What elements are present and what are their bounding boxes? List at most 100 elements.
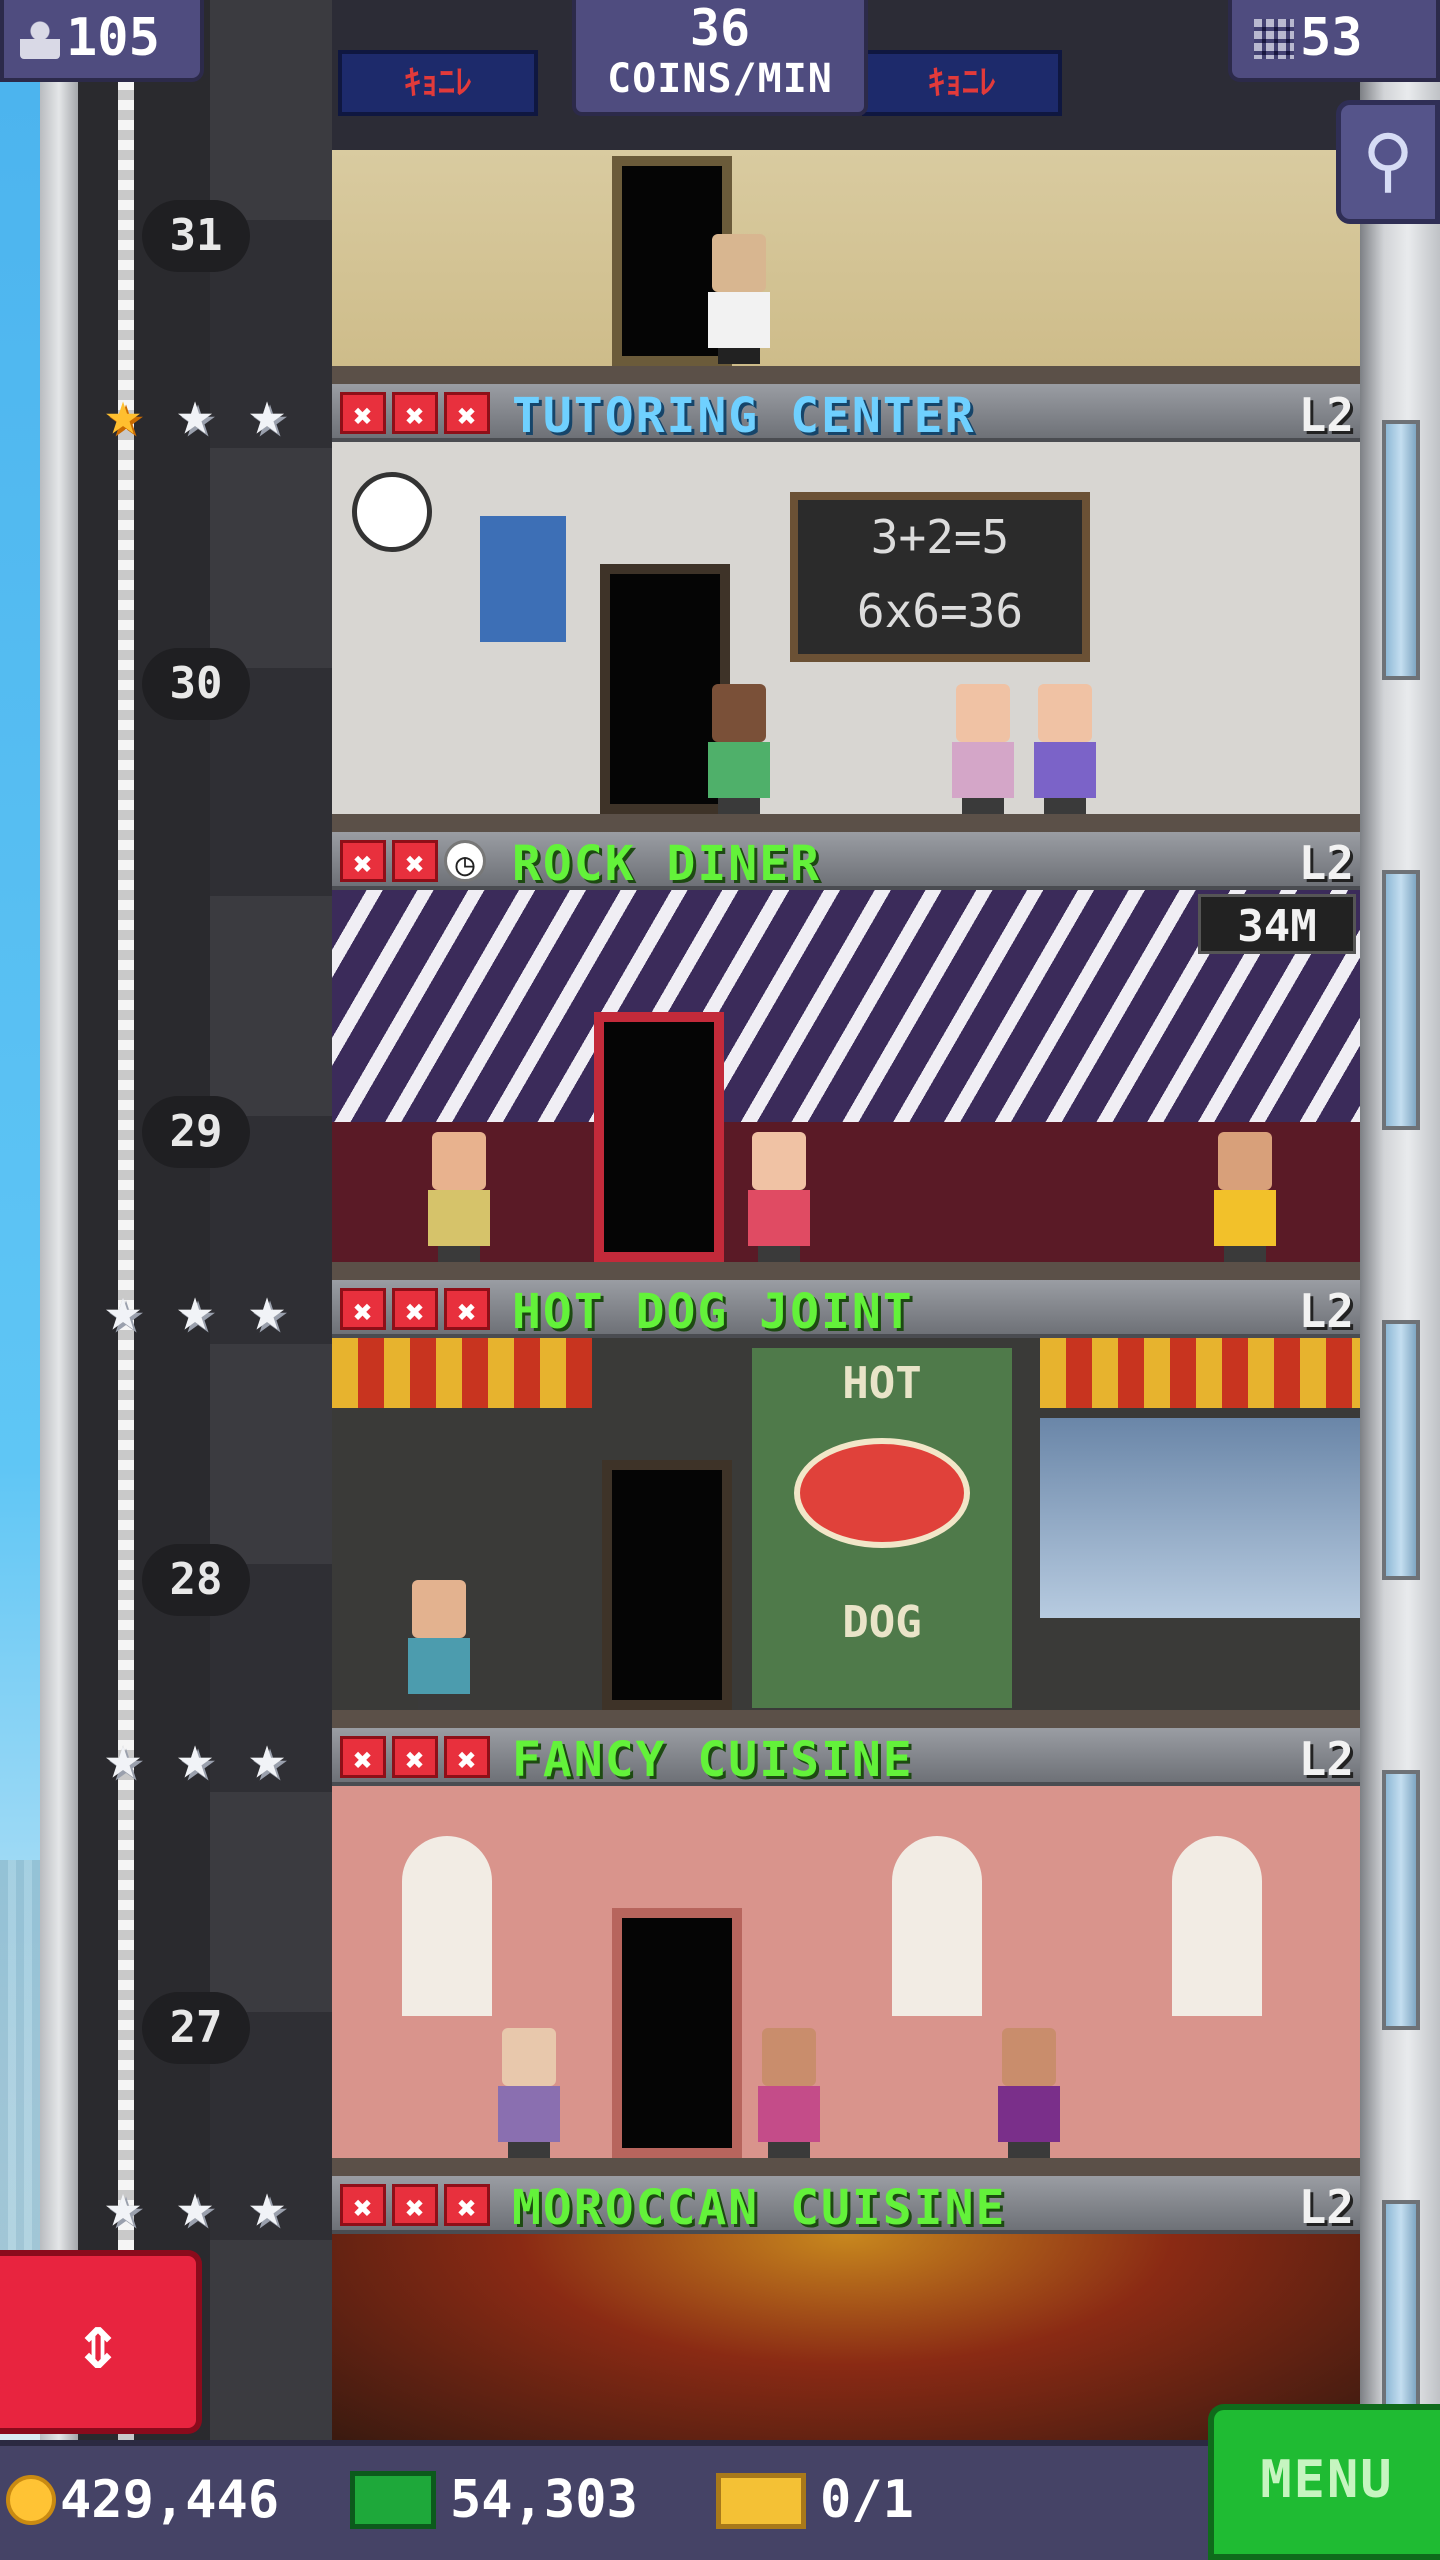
hotdog-plate-icon (794, 1438, 970, 1548)
bitizen[interactable] (492, 2028, 566, 2158)
up-down-arrows-icon: ⇕ (75, 2297, 121, 2386)
bitizen[interactable] (946, 684, 1020, 814)
silver-star-icon: ★ (176, 376, 214, 449)
bitizen[interactable] (422, 1132, 496, 1262)
silver-star-icon: ★ (248, 1272, 286, 1345)
floor-room: 3+2=5 6x6=36 (332, 442, 1360, 832)
stock-empty-icon: ✖ (392, 2184, 438, 2227)
floor-stars: ★ ★ ★ (92, 1272, 312, 1345)
floor-level: L2 (1298, 2180, 1354, 2234)
stock-empty-icon: ✖ (340, 1288, 386, 1331)
coins-display[interactable]: 429,446 (6, 2470, 279, 2530)
awning (332, 1338, 592, 1408)
stock-empty-icon: ✖ (340, 1736, 386, 1779)
building-window (1382, 870, 1420, 1130)
arched-window (402, 1836, 492, 2016)
floor-fancy-cuisine[interactable]: ✖ ✖ ✖ FANCY CUISINE L2 (332, 1728, 1360, 2176)
coin-icon (6, 2475, 56, 2525)
stock-empty-icon: ✖ (444, 1288, 490, 1331)
dojo-banner: ｷｮﾆﾚ (862, 50, 1062, 116)
gold-star-icon: ★ (104, 376, 142, 449)
floor-number-30: 30 (142, 648, 250, 720)
coins-per-min-display: 36 COINS/MIN (572, 0, 868, 116)
population-counter[interactable]: 105 (0, 0, 204, 82)
elevator-rail (118, 0, 134, 2440)
bitizen[interactable] (1028, 684, 1102, 814)
stock-empty-icon: ✖ (340, 2184, 386, 2227)
floor-rock-diner[interactable]: ✖ ✖ ◷ ROCK DINER L2 34M (332, 832, 1360, 1280)
floor-level: L2 (1298, 1732, 1354, 1786)
stock-empty-icon: ✖ (392, 392, 438, 435)
elevator-shaft[interactable] (78, 0, 410, 2440)
silver-star-icon: ★ (104, 1272, 142, 1345)
floor-base (332, 1710, 1360, 1728)
shop-window (1040, 1418, 1360, 1618)
dojo-banner: ｷｮﾆﾚ (338, 50, 538, 116)
city-skyline (0, 1860, 42, 2260)
stock-empty-icon: ✖ (340, 392, 386, 435)
bux-icon (350, 2471, 436, 2529)
bitizen[interactable] (1208, 1132, 1282, 1262)
floor-header: ✖ ✖ ✖ MOROCCAN CUISINE L2 (332, 2176, 1360, 2236)
floor-number-28: 28 (142, 1544, 250, 1616)
silver-star-icon: ★ (176, 1272, 214, 1345)
floor-stars: ★ ★ ★ (92, 2168, 312, 2241)
tickets-display[interactable]: 0/1 (716, 2470, 914, 2530)
bux-display[interactable]: 54,303 (350, 2470, 638, 2530)
floor-number-29: 29 (142, 1096, 250, 1168)
floor-name: FANCY CUISINE (512, 1732, 914, 1788)
bitizen[interactable] (742, 1132, 816, 1262)
floor-level: L2 (1298, 1284, 1354, 1338)
arched-window (892, 1836, 982, 2016)
silver-star-icon: ★ (104, 2168, 142, 2241)
menu-button[interactable]: MENU (1208, 2404, 1440, 2560)
silver-star-icon: ★ (248, 2168, 286, 2241)
bitizen[interactable] (992, 2028, 1066, 2158)
bitizen[interactable] (702, 684, 776, 814)
stock-empty-icon: ✖ (340, 840, 386, 883)
floor-stars: ★ ★ ★ (92, 376, 312, 449)
floor-door (602, 1460, 732, 1710)
stock-badges: ✖ ✖ ✖ (340, 392, 490, 435)
arched-window (1172, 1836, 1262, 2016)
floor-room: HOT DOG (332, 1338, 1360, 1728)
floor-room: 34M (332, 890, 1360, 1280)
stock-empty-icon: ✖ (392, 840, 438, 883)
golden-ticket-icon (716, 2473, 806, 2529)
stock-empty-icon: ✖ (444, 392, 490, 435)
magnifier-minus-icon: ⚲ (1362, 119, 1414, 201)
bitizen[interactable] (752, 2028, 826, 2158)
floor-name: ROCK DINER (512, 836, 821, 892)
restock-timer: 34M (1198, 894, 1356, 954)
zoom-out-button[interactable]: ⚲ (1336, 100, 1440, 224)
floor-base (332, 814, 1360, 832)
floor-header: ✖ ✖ ◷ ROCK DINER L2 (332, 832, 1360, 892)
floor-header: ✖ ✖ ✖ HOT DOG JOINT L2 (332, 1280, 1360, 1340)
floor-header: ✖ ✖ ✖ TUTORING CENTER L2 (332, 384, 1360, 444)
restock-clock-icon: ◷ (444, 840, 486, 883)
floor-level: L2 (1298, 836, 1354, 890)
bitizen[interactable] (702, 234, 776, 364)
bitizen[interactable] (402, 1580, 476, 1710)
stock-empty-icon: ✖ (444, 1736, 490, 1779)
floor-header: ✖ ✖ ✖ FANCY CUISINE L2 (332, 1728, 1360, 1788)
building-icon (1254, 19, 1294, 59)
floor-moroccan-cuisine[interactable]: ✖ ✖ ✖ MOROCCAN CUISINE L2 (332, 2176, 1360, 2440)
stock-empty-icon: ✖ (444, 2184, 490, 2227)
stock-empty-icon: ✖ (392, 1736, 438, 1779)
floor-door (612, 1908, 742, 2158)
floor-hot-dog-joint[interactable]: ✖ ✖ ✖ HOT DOG JOINT L2 HOT DOG (332, 1280, 1360, 1728)
chalkboard: 3+2=5 6x6=36 (790, 492, 1090, 662)
elevator-button[interactable]: ⇕ (0, 2250, 202, 2434)
floors-counter[interactable]: 53 (1228, 0, 1440, 82)
silver-star-icon: ★ (176, 1720, 214, 1793)
stock-badges: ✖ ✖ ✖ (340, 1736, 490, 1779)
floor-room (332, 2234, 1360, 2440)
silver-star-icon: ★ (248, 376, 286, 449)
floor-tutoring-center[interactable]: ✖ ✖ ✖ TUTORING CENTER L2 3+2=5 6x6=36 (332, 384, 1360, 832)
floor-name: MOROCCAN CUISINE (512, 2180, 1007, 2236)
person-icon (20, 19, 60, 59)
elevator-cables (210, 0, 338, 2440)
building-window (1382, 420, 1420, 680)
silver-star-icon: ★ (176, 2168, 214, 2241)
